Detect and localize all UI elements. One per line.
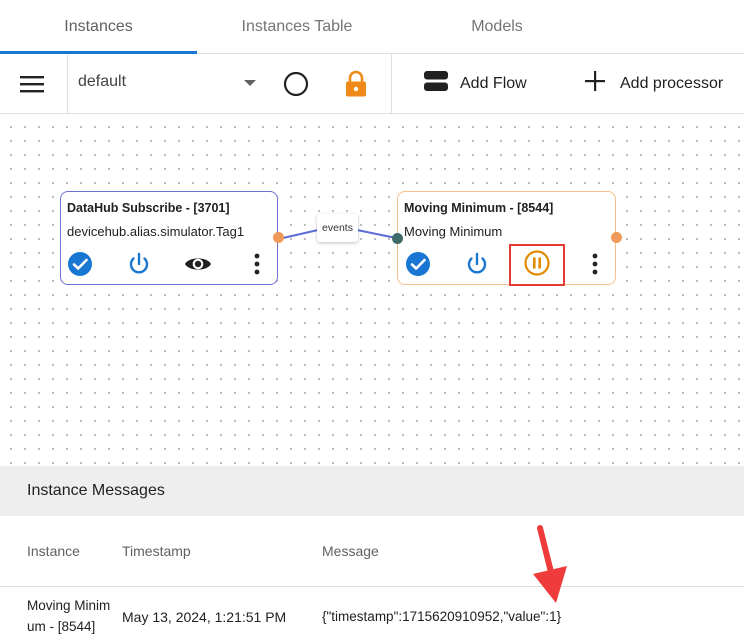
annotation-arrow xyxy=(533,525,567,603)
